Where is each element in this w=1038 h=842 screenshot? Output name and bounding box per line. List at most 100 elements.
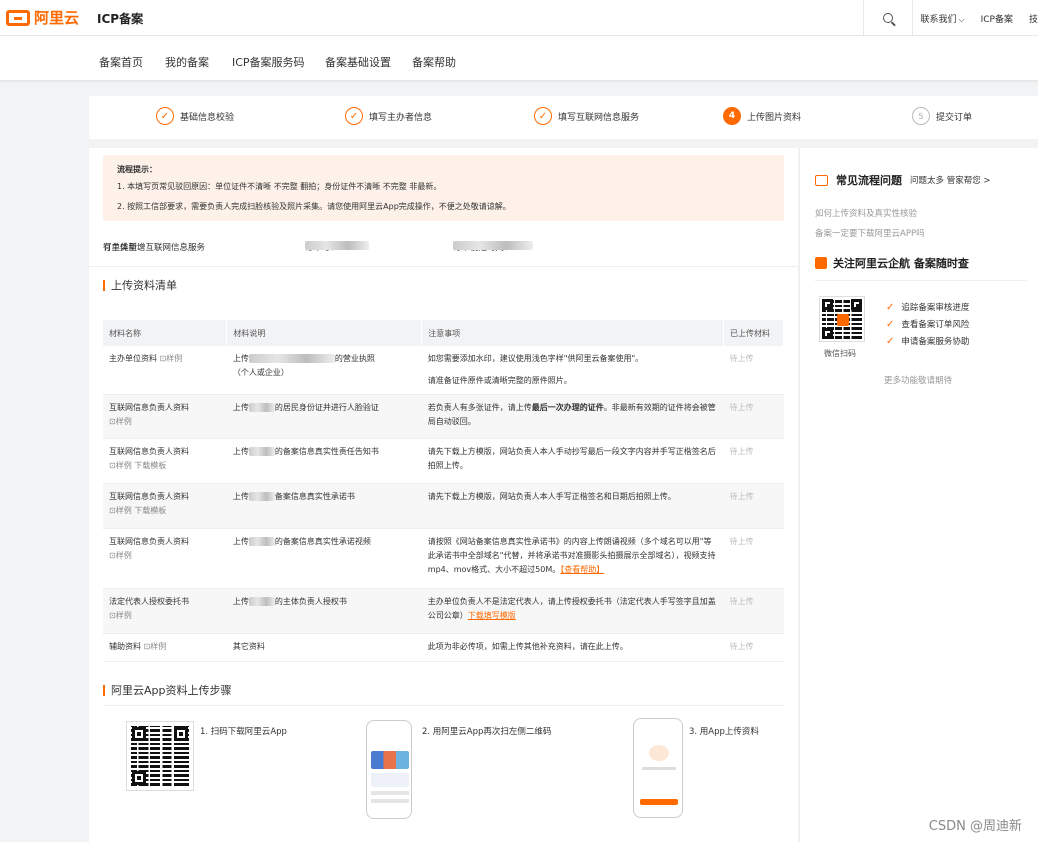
redacted-value: [453, 241, 533, 250]
sample-link[interactable]: ⊡样例: [109, 417, 132, 426]
step-number-icon: 5: [912, 107, 930, 125]
step-label: 填写互联网信息服务: [558, 112, 640, 123]
sample-link[interactable]: ⊡样例: [109, 611, 132, 620]
tech-link[interactable]: 技: [1021, 12, 1038, 25]
step-5: 5 提交订单: [912, 107, 972, 125]
top-right-menu: 联系我们 ⌵ ICP备案 技: [862, 0, 1038, 36]
app-step-1-label: 1. 扫码下载阿里云App: [200, 727, 287, 737]
progress-steps: ✓ 基础信息校验 ✓ 填写主办者信息 ✓ 填写互联网信息服务 4 上传图片资料 …: [89, 96, 1038, 139]
logo-text: 阿里云: [34, 9, 80, 27]
chevron-down-icon: ⌵: [958, 14, 965, 24]
main-panel: 流程提示： 1. 本填写页常见驳回原因：单位证件不清晰 不完整 翻拍；身份证件不…: [89, 148, 798, 842]
check-icon: ✓: [886, 335, 895, 347]
more-features-note: 更多功能敬请期待: [884, 376, 953, 386]
upload-list-title: 上传资料清单: [103, 280, 177, 291]
step-label: 提交订单: [936, 112, 973, 123]
upload-status[interactable]: 待上传: [723, 633, 784, 662]
faq-header: 常见流程问题 问题太多 管家帮您 >: [815, 172, 991, 188]
step-4-active: 4 上传图片资料: [723, 107, 801, 125]
notice-line-2: 2. 按照工信部要求，需要负责人完成扫脸核验及照片采集。请您使用阿里云App完成…: [117, 202, 511, 211]
step-label: 基础信息校验: [180, 112, 235, 123]
redacted-value: [248, 537, 275, 546]
download-template-link[interactable]: 下载填写模版: [468, 611, 516, 620]
check-icon: ✓: [156, 107, 174, 125]
upload-status[interactable]: 待上传: [723, 394, 784, 439]
search-button[interactable]: [862, 0, 913, 36]
upload-status[interactable]: 待上传: [723, 346, 784, 395]
sample-link[interactable]: ⊡样例: [160, 354, 183, 363]
step-label: 上传图片资料: [747, 112, 802, 123]
sample-link[interactable]: ⊡样例: [109, 506, 132, 515]
upload-status[interactable]: 待上传: [723, 483, 784, 529]
notice-title: 流程提示：: [117, 165, 157, 174]
divider: [103, 705, 784, 706]
table-header: 材料名称 材料说明 注意事项 已上传材料: [103, 320, 784, 346]
app-step-2-label: 2. 用阿里云App再次扫左侧二维码: [422, 727, 552, 737]
sample-link[interactable]: ⊡样例: [109, 551, 132, 560]
table-row: 辅助资料 ⊡样例 其它资料 此项为非必传项，如需上传其他补充资料，请在此上传。 …: [103, 633, 784, 662]
main-nav: 备案首页 我的备案 ICP备案服务码 备案基础设置 备案帮助: [0, 36, 1038, 81]
nav-basic-settings[interactable]: 备案基础设置: [325, 54, 391, 70]
check-icon: ✓: [534, 107, 552, 125]
upload-status[interactable]: 待上传: [723, 528, 784, 589]
check-icon: ✓: [345, 107, 363, 125]
upload-status[interactable]: 待上传: [723, 438, 784, 484]
app-steps-title: 阿里云App资料上传步骤: [103, 685, 232, 696]
phone-upload-illustration: [633, 718, 683, 818]
upload-status[interactable]: 待上传: [723, 588, 784, 634]
step-3: ✓ 填写互联网信息服务: [534, 107, 639, 125]
nav-help[interactable]: 备案帮助: [412, 54, 456, 70]
table-row: 互联网信息负责人资料 ⊡样例 上传 的居民身份证并进行人脸验证 若负责人有多张证件，…: [103, 394, 784, 439]
watermark: CSDN @周迪新: [928, 819, 1022, 834]
gift-icon: [815, 257, 827, 269]
logo-icon: [6, 9, 30, 26]
redacted-value: [248, 403, 275, 412]
table-row: 法定代表人授权委托书 ⊡样例 上传 的主体负责人授权书 主办单位负责人不是法定代表人…: [103, 588, 784, 634]
nav-my-filings[interactable]: 我的备案: [165, 54, 209, 70]
sample-link[interactable]: ⊡样例: [144, 642, 167, 651]
divider: [815, 280, 1027, 281]
table-row: 互联网信息负责人资料 ⊡样例 上传 的备案信息真实性承诺视频 请按照《网站备案信息真…: [103, 528, 784, 589]
table-row: 互联网信息负责人资料 ⊡样例 下载模板 上传 备案信息真实性承诺书 请先下载上方模版…: [103, 483, 784, 529]
sample-link[interactable]: ⊡样例: [109, 461, 132, 470]
wechat-scan-label: 微信扫码: [824, 349, 856, 358]
nav-home[interactable]: 备案首页: [99, 54, 143, 70]
check-icon: ✓: [886, 301, 895, 313]
feature-item: ✓ 查看备案订单风险: [886, 318, 970, 331]
feature-item: ✓ 追踪备案审核进度: [886, 301, 970, 314]
top-header: 阿里云 ICP备案 联系我们 ⌵ ICP备案 技: [0, 0, 1038, 36]
notice-line-1: 1. 本填写页常见驳回原因：单位证件不清晰 不完整 翻拍；身份证件不清晰 不完整…: [117, 182, 442, 191]
process-notice: 流程提示： 1. 本填写页常见驳回原因：单位证件不清晰 不完整 翻拍；身份证件不…: [103, 155, 784, 221]
follow-header: 关注阿里云企航 备案随时查: [815, 255, 969, 271]
redacted-value: [248, 447, 275, 456]
col-notes: 注意事项: [421, 320, 725, 346]
table-row: 主办单位资料 ⊡样例 上传 的营业执照 （个人或企业） 如您需要添加水印，建议使用浅…: [103, 346, 784, 395]
contact-us-link[interactable]: 联系我们 ⌵: [913, 12, 973, 25]
faq-item[interactable]: 如何上传资料及真实性核验: [815, 207, 917, 219]
step-label: 填写主办者信息: [369, 112, 433, 123]
feature-item: ✓ 申请备案服务协助: [886, 335, 970, 348]
table-row: 互联网信息负责人资料 ⊡样例 下载模板 上传 的备案信息真实性责任告知书 请先下载上…: [103, 438, 784, 484]
chat-icon: [815, 174, 828, 186]
app-upload-steps: 1. 扫码下载阿里云App 2. 用阿里云App再次扫左侧二维码 3. 用App…: [103, 713, 784, 838]
download-app-qr-code: [126, 721, 194, 791]
icp-link[interactable]: ICP备案: [973, 12, 1021, 25]
download-template-link[interactable]: 下载模板: [134, 506, 166, 515]
side-panel: 常见流程问题 问题太多 管家帮您 > 如何上传资料及真实性核验 备案一定要下载阿…: [799, 148, 1038, 842]
step-2: ✓ 填写主办者信息: [345, 107, 432, 125]
col-desc: 材料说明: [226, 320, 423, 346]
aliyun-logo[interactable]: 阿里云: [6, 7, 79, 28]
col-uploaded: 已上传材料: [723, 320, 784, 346]
faq-item[interactable]: 备案一定要下载阿里云APP吗: [815, 227, 925, 239]
help-link[interactable]: 【查看帮助】: [560, 565, 604, 574]
butler-help-link[interactable]: 问题太多 管家帮您 >: [910, 174, 991, 186]
nav-service-code[interactable]: ICP备案服务码: [232, 54, 305, 70]
step-number-icon: 4: [723, 107, 741, 125]
redacted-value: [248, 354, 335, 363]
download-template-link[interactable]: 下载模板: [134, 461, 166, 470]
redacted-value: [305, 241, 369, 250]
divider: [89, 266, 798, 267]
wechat-qr-code: [819, 296, 865, 342]
app-step-3-label: 3. 用App上传资料: [689, 727, 759, 737]
check-icon: ✓: [886, 318, 895, 330]
